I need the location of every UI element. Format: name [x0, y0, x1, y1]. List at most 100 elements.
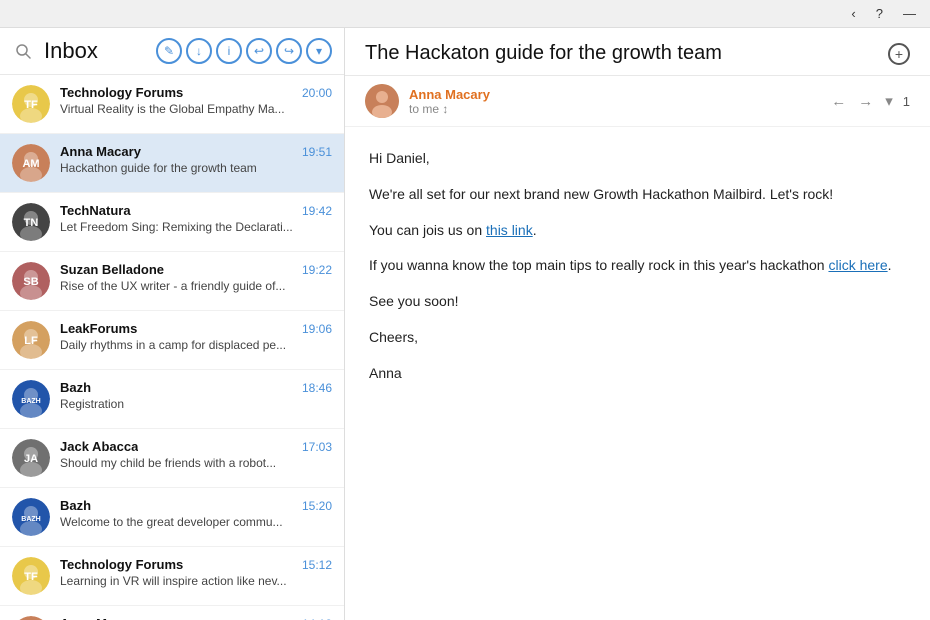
email-body-paragraph: If you wanna know the top main tips to r…: [369, 254, 906, 278]
email-sender: Anna Macary: [60, 616, 141, 620]
avatar: TN: [12, 203, 50, 241]
email-view-title: The Hackaton guide for the growth team: [365, 42, 880, 65]
svg-text:JA: JA: [24, 453, 38, 465]
download-button[interactable]: ↓: [186, 38, 212, 64]
email-sender: Technology Forums: [60, 557, 183, 572]
avatar: BAZH: [12, 498, 50, 536]
email-item[interactable]: BAZH Bazh 18:46 Registration: [0, 370, 344, 429]
sender-info: Anna Macary to me ↕: [409, 87, 819, 116]
inbox-title: Inbox: [44, 38, 146, 64]
email-sender: LeakForums: [60, 321, 137, 336]
email-body-paragraph: See you soon!: [369, 290, 906, 314]
email-time: 19:42: [302, 204, 332, 218]
email-content: Jack Abacca 17:03 Should my child be frien…: [60, 439, 332, 470]
email-content: Anna Macary14:18How Should We Tax Self-D…: [60, 616, 332, 620]
more-button[interactable]: ▾: [883, 90, 895, 112]
sender-name: Anna Macary: [409, 87, 819, 102]
reply-button[interactable]: ←: [829, 91, 848, 112]
email-item[interactable]: BAZH Bazh 15:20 Welcome to the great develo…: [0, 488, 344, 547]
avatar: TF: [12, 85, 50, 123]
sender-avatar: [365, 84, 399, 118]
svg-text:SB: SB: [23, 276, 38, 288]
email-item[interactable]: SB Suzan Belladone 19:22 Rise of the UX wri…: [0, 252, 344, 311]
avatar: BAZH: [12, 380, 50, 418]
email-sender: Anna Macary: [60, 144, 141, 159]
toolbar-icons: ✎ ↓ i ↩ ↪ ▾: [156, 38, 332, 64]
email-body-paragraph: Hi Daniel,: [369, 147, 906, 171]
svg-text:AM: AM: [22, 158, 39, 170]
compose-button[interactable]: ✎: [156, 38, 182, 64]
email-item[interactable]: TF Technology Forums20:00Virtual Reality …: [0, 75, 344, 134]
top-bar: ‹ ? —: [0, 0, 930, 28]
search-icon[interactable]: [12, 40, 34, 62]
help-button[interactable]: ?: [872, 6, 887, 21]
undo-button[interactable]: ↩: [246, 38, 272, 64]
avatar: TF: [12, 557, 50, 595]
svg-text:TF: TF: [24, 99, 38, 111]
svg-text:TN: TN: [24, 217, 39, 229]
email-item[interactable]: AM Anna Macary 19:51 Hackathon guide for th…: [0, 134, 344, 193]
email-subject: Registration: [60, 397, 332, 411]
forward-button[interactable]: →: [856, 91, 875, 112]
redo-button[interactable]: ↪: [276, 38, 302, 64]
email-actions: ← → ▾ 1: [829, 90, 910, 112]
svg-text:TF: TF: [24, 571, 38, 583]
email-item[interactable]: AM Anna Macary14:18How Should We Tax Self…: [0, 606, 344, 620]
email-time: 19:51: [302, 145, 332, 159]
email-subject: Hackathon guide for the growth team: [60, 161, 332, 175]
email-subject: Virtual Reality is the Global Empathy Ma…: [60, 102, 332, 116]
svg-text:BAZH: BAZH: [21, 398, 40, 405]
email-sender: Suzan Belladone: [60, 262, 164, 277]
email-content: Technology Forums 15:12 Learning in VR wil…: [60, 557, 332, 588]
email-content: Bazh 15:20 Welcome to the great developer …: [60, 498, 332, 529]
svg-text:LF: LF: [24, 335, 38, 347]
email-item[interactable]: TF Technology Forums 15:12 Learning in VR w…: [0, 547, 344, 606]
email-subject: Should my child be friends with a robot.…: [60, 456, 332, 470]
left-panel: Inbox ✎ ↓ i ↩ ↪ ▾ TFTechnology Forums20:…: [0, 28, 345, 620]
email-time: 15:20: [302, 499, 332, 513]
email-sender: Bazh: [60, 380, 91, 395]
email-body-paragraph: You can jois us on this link.: [369, 219, 906, 243]
avatar: AM: [12, 144, 50, 182]
add-button[interactable]: +: [888, 43, 910, 65]
email-subject: Learning in VR will inspire action like …: [60, 574, 332, 588]
email-subject: Welcome to the great developer commu...: [60, 515, 332, 529]
email-body-paragraph: Cheers,: [369, 326, 906, 350]
inbox-header: Inbox ✎ ↓ i ↩ ↪ ▾: [0, 28, 344, 75]
avatar: SB: [12, 262, 50, 300]
avatar: AM: [12, 616, 50, 620]
email-content: Anna Macary 19:51 Hackathon guide for the …: [60, 144, 332, 175]
email-subject: Daily rhythms in a camp for displaced pe…: [60, 338, 332, 352]
right-panel: The Hackaton guide for the growth team +…: [345, 28, 930, 620]
email-content: Technology Forums20:00Virtual Reality is…: [60, 85, 332, 116]
email-time: 17:03: [302, 440, 332, 454]
svg-text:BAZH: BAZH: [21, 516, 40, 523]
back-button[interactable]: ‹: [847, 6, 859, 21]
email-content: Suzan Belladone 19:22 Rise of the UX write…: [60, 262, 332, 293]
email-body: Hi Daniel, We're all set for our next bra…: [345, 127, 930, 620]
email-view-header: The Hackaton guide for the growth team +: [345, 28, 930, 76]
dropdown-button[interactable]: ▾: [306, 38, 332, 64]
email-subject: Rise of the UX writer - a friendly guide…: [60, 279, 332, 293]
info-button[interactable]: i: [216, 38, 242, 64]
email-item[interactable]: TN TechNatura19:42Let Freedom Sing: Remix…: [0, 193, 344, 252]
email-sender: Jack Abacca: [60, 439, 138, 454]
this-link[interactable]: this link: [486, 222, 533, 238]
email-time: 19:22: [302, 263, 332, 277]
email-content: LeakForums19:06Daily rhythms in a camp f…: [60, 321, 332, 352]
email-subject: Let Freedom Sing: Remixing the Declarati…: [60, 220, 332, 234]
to-label: to me ↕: [409, 102, 819, 116]
email-body-paragraph: We're all set for our next brand new Gro…: [369, 183, 906, 207]
email-item[interactable]: JA Jack Abacca 17:03 Should my child be fri…: [0, 429, 344, 488]
email-time: 18:46: [302, 381, 332, 395]
click-here-link[interactable]: click here: [828, 257, 887, 273]
email-time: 15:12: [302, 558, 332, 572]
email-content: Bazh 18:46 Registration: [60, 380, 332, 411]
email-sender: Bazh: [60, 498, 91, 513]
email-list: TFTechnology Forums20:00Virtual Reality …: [0, 75, 344, 620]
minimize-button[interactable]: —: [899, 6, 920, 21]
avatar: LF: [12, 321, 50, 359]
email-time: 20:00: [302, 86, 332, 100]
email-item[interactable]: LF LeakForums19:06Daily rhythms in a camp…: [0, 311, 344, 370]
email-content: TechNatura19:42Let Freedom Sing: Remixin…: [60, 203, 332, 234]
